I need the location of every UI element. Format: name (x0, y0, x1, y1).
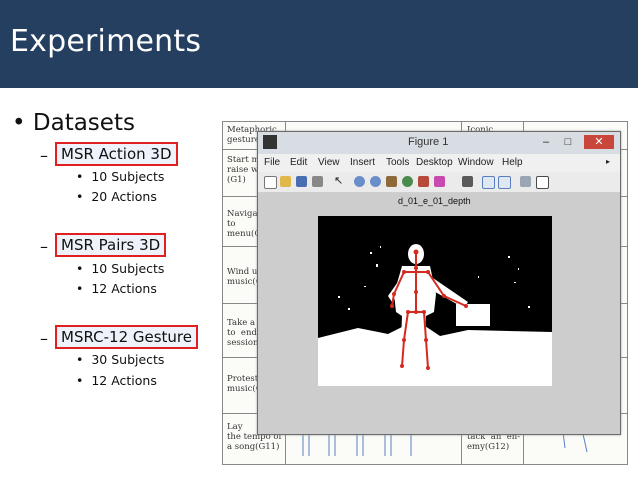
dataset-detail: • 20 Actions (76, 189, 157, 204)
open-icon[interactable] (280, 176, 291, 187)
save-icon[interactable] (296, 176, 307, 187)
dataset-detail: • 12 Actions (76, 281, 157, 296)
dataset-detail: • 10 Subjects (76, 169, 165, 184)
slide-title-bar: Experiments (0, 0, 638, 88)
legend-icon[interactable] (498, 176, 511, 189)
figure-menubar: File Edit View Insert Tools Desktop Wind… (258, 154, 620, 172)
print-icon[interactable] (312, 176, 323, 187)
colorbar-icon[interactable] (482, 176, 495, 189)
new-figure-icon[interactable] (264, 176, 277, 189)
dash-marker: – (40, 329, 48, 348)
dataset-msr-pairs-3d: MSR Pairs 3D (55, 233, 167, 257)
maximize-button[interactable]: □ (558, 135, 578, 149)
depth-skeleton-graphic (318, 216, 552, 386)
figure-window: Figure 1 – □ ✕ File Edit View Insert Too… (257, 131, 621, 435)
menu-arrow-icon[interactable]: ▸ (606, 157, 610, 166)
dataset-detail: • 10 Subjects (76, 261, 165, 276)
dataset-msrc-12-gesture: MSRC-12 Gesture (55, 325, 199, 349)
menu-file[interactable]: File (264, 157, 280, 168)
rotate-icon[interactable] (402, 176, 413, 187)
zoom-in-icon[interactable] (354, 176, 365, 187)
dataset-detail: • 30 Subjects (76, 352, 165, 367)
zoom-out-icon[interactable] (370, 176, 381, 187)
data-cursor-icon[interactable] (418, 176, 429, 187)
figure-title-bar[interactable]: Figure 1 – □ ✕ (258, 132, 620, 154)
dash-marker: – (40, 146, 48, 165)
hide-plot-tools-icon[interactable] (520, 176, 531, 187)
plot-title: d_01_e_01_depth (398, 196, 471, 206)
menu-window[interactable]: Window (458, 157, 494, 168)
close-button[interactable]: ✕ (584, 135, 614, 149)
link-icon[interactable] (462, 176, 473, 187)
menu-view[interactable]: View (318, 157, 340, 168)
menu-edit[interactable]: Edit (290, 157, 307, 168)
brush-icon[interactable] (434, 176, 445, 187)
menu-insert[interactable]: Insert (350, 157, 375, 168)
dataset-detail: • 12 Actions (76, 373, 157, 388)
paper-row-right: tack an en- emy(G12) (467, 432, 521, 452)
depth-image (318, 216, 552, 386)
minimize-button[interactable]: – (536, 135, 556, 149)
pointer-icon[interactable]: ↖ (334, 176, 345, 187)
paper-row: Start m raise w (G1) (227, 155, 260, 185)
menu-tools[interactable]: Tools (386, 157, 409, 168)
matlab-figure-icon (263, 135, 277, 149)
slide-title: Experiments (10, 24, 202, 59)
menu-desktop[interactable]: Desktop (416, 157, 453, 168)
show-plot-tools-icon[interactable] (536, 176, 549, 189)
bullet-datasets: • Datasets (12, 110, 135, 136)
figure-toolbar: ↖ (258, 172, 620, 193)
menu-help[interactable]: Help (502, 157, 523, 168)
bullet-datasets-label: Datasets (32, 110, 135, 136)
figure-title: Figure 1 (408, 136, 449, 148)
pan-icon[interactable] (386, 176, 397, 187)
dash-marker: – (40, 237, 48, 256)
dataset-msr-action-3d: MSR Action 3D (55, 142, 178, 166)
